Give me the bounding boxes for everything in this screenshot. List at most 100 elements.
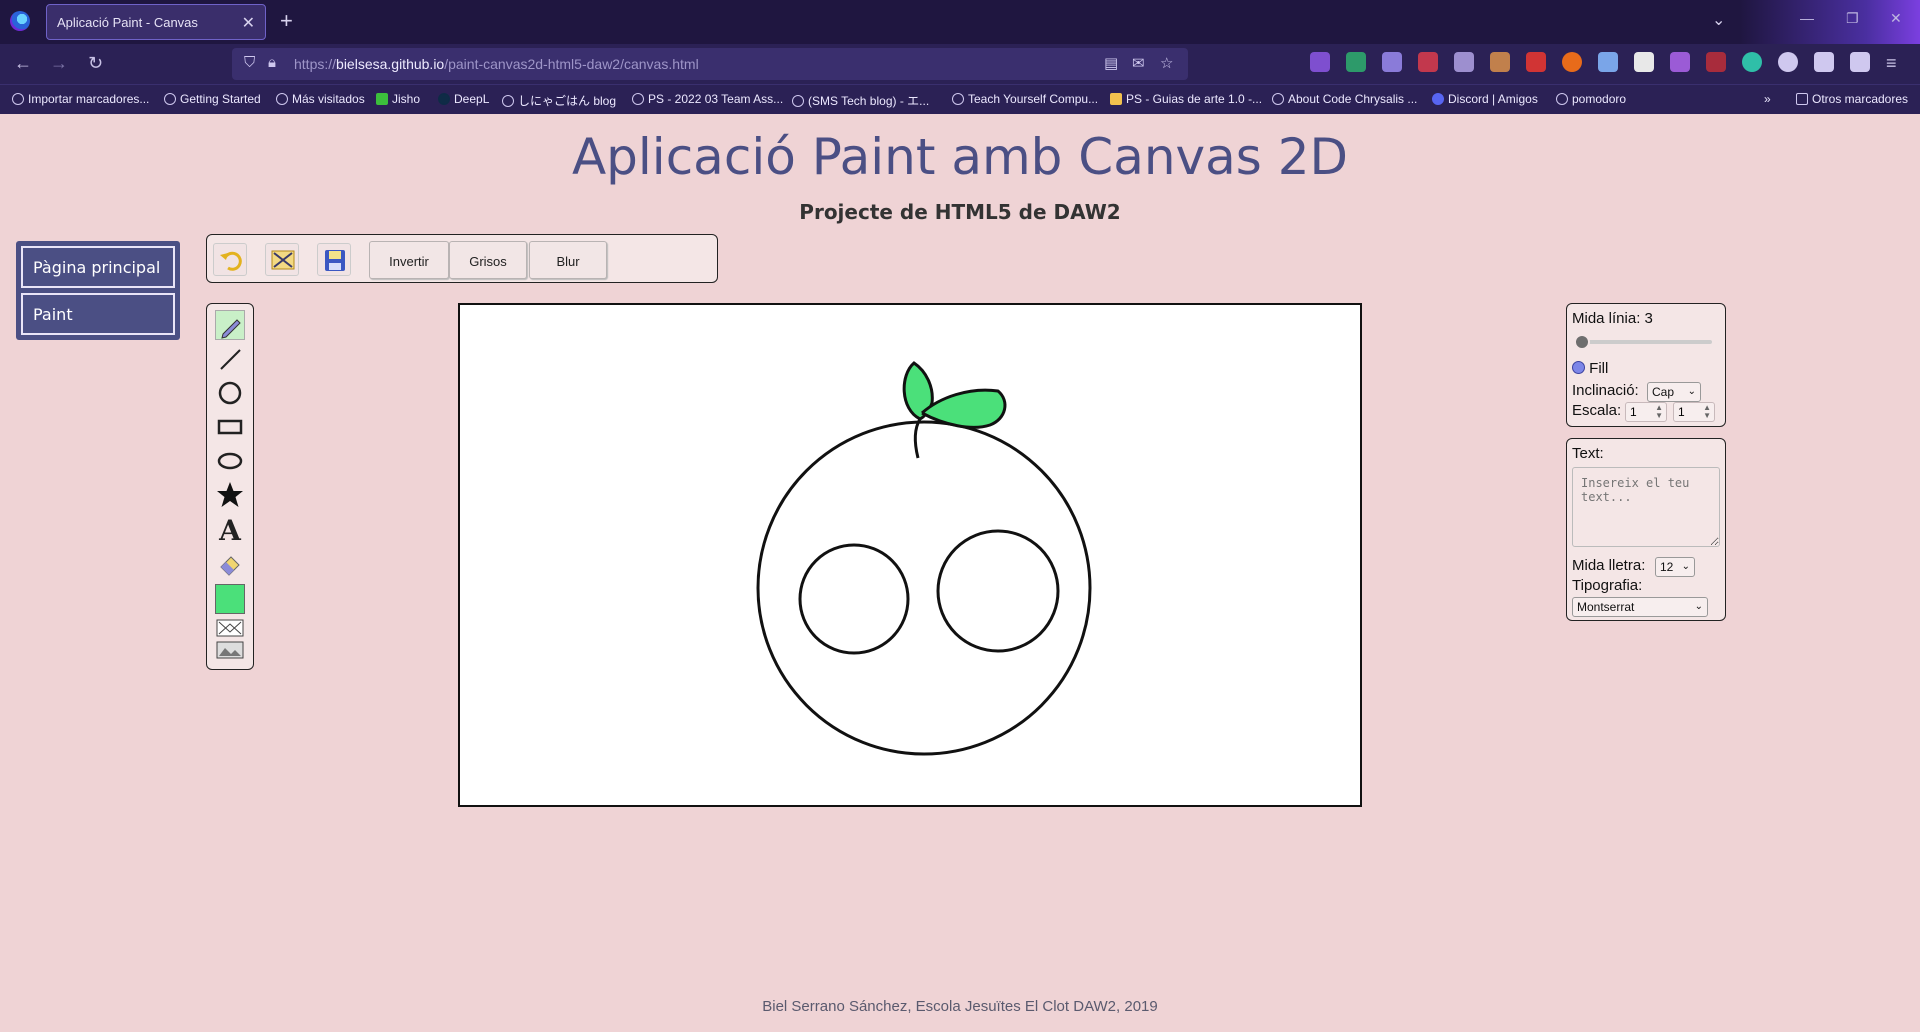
url-text: https://bielsesa.github.io/paint-canvas2…: [294, 56, 699, 72]
drawn-stem: [913, 418, 922, 459]
close-tab-icon[interactable]: ✕: [242, 13, 255, 33]
wrench-icon[interactable]: [1382, 52, 1402, 72]
pencil-tool[interactable]: [215, 310, 245, 340]
svg-text:A: A: [218, 514, 242, 544]
pdf-icon[interactable]: [1526, 52, 1546, 72]
eraser-tool[interactable]: [215, 548, 245, 578]
scale-y-input[interactable]: 1 ▲ ▼: [1673, 402, 1715, 422]
address-bar[interactable]: ⛉ 🔒︎ https://bielsesa.github.io/paint-ca…: [232, 48, 1188, 80]
other-bookmarks[interactable]: Otros marcadores: [1796, 92, 1908, 106]
bookmark-label: Discord | Amigos: [1448, 92, 1538, 106]
spinner-icon[interactable]: ▲ ▼: [1703, 404, 1711, 420]
circle-tool[interactable]: [215, 378, 245, 408]
bookmark-item[interactable]: (SMS Tech blog) - エ...: [792, 92, 929, 109]
multi-window-icon[interactable]: [1598, 52, 1618, 72]
fill-option[interactable]: Fill: [1572, 360, 1608, 377]
bookmark-item[interactable]: PS - 2022 03 Team Ass...: [632, 92, 783, 106]
clear-canvas-button[interactable]: [265, 243, 299, 276]
deepl-icon: [438, 93, 450, 105]
bookmark-item[interactable]: About Code Chrysalis ...: [1272, 92, 1417, 106]
globe-icon: [164, 93, 176, 105]
font-size-value: 12: [1660, 560, 1674, 574]
save-button[interactable]: [317, 243, 351, 276]
bookmarks-bar: Importar marcadores... Getting Started M…: [0, 84, 1920, 114]
bookmark-label: DeepL: [454, 92, 490, 106]
star-icon: [217, 482, 243, 507]
line-tool[interactable]: [215, 344, 245, 374]
bookmark-item[interactable]: pomodoro: [1556, 92, 1626, 106]
star-tool[interactable]: [215, 480, 245, 510]
bookmark-item[interactable]: Más visitados: [276, 92, 365, 106]
tab-list-chevron-icon[interactable]: ⌄: [1712, 10, 1725, 30]
grid-icon[interactable]: [1706, 52, 1726, 72]
menu-hamburger-icon[interactable]: ≡: [1886, 53, 1897, 74]
download-icon[interactable]: [1346, 52, 1366, 72]
printer-icon[interactable]: [1814, 52, 1834, 72]
filter-tool[interactable]: [215, 618, 245, 638]
gear-icon[interactable]: [1778, 52, 1798, 72]
image-icon: [216, 641, 244, 659]
close-window-icon[interactable]: ✕: [1890, 10, 1902, 27]
nav-link-home[interactable]: Pàgina principal: [21, 246, 175, 288]
color-swatch[interactable]: [215, 584, 245, 614]
spinner-icon[interactable]: ▲ ▼: [1655, 404, 1663, 420]
more-bookmarks-chevron-icon[interactable]: »: [1764, 92, 1771, 106]
drawing-canvas[interactable]: [458, 303, 1362, 807]
palette-icon[interactable]: [1490, 52, 1510, 72]
scale-x-value: 1: [1630, 405, 1637, 419]
arc-icon[interactable]: [1742, 52, 1762, 72]
bookmark-item[interactable]: PS - Guias de arte 1.0 -...: [1110, 92, 1262, 106]
image-tool[interactable]: [215, 640, 245, 660]
tracking-shield-icon[interactable]: ⛉: [244, 54, 255, 71]
bookmark-item[interactable]: Discord | Amigos: [1432, 92, 1538, 106]
reader-view-icon[interactable]: ▤: [1104, 54, 1118, 72]
bookmark-label: Teach Yourself Compu...: [968, 92, 1099, 106]
forward-arrow-icon[interactable]: →: [50, 53, 68, 74]
bookmark-label: PS - 2022 03 Team Ass...: [648, 92, 784, 106]
line-size-slider[interactable]: [1574, 334, 1712, 350]
bookmark-item[interactable]: Teach Yourself Compu...: [952, 92, 1098, 106]
drawn-head-circle: [756, 420, 1092, 756]
minimize-window-icon[interactable]: —: [1800, 10, 1814, 26]
fill-radio[interactable]: [1572, 361, 1585, 374]
bookmark-star-icon[interactable]: ☆: [1160, 54, 1173, 72]
cube-icon[interactable]: [1670, 52, 1690, 72]
rectangle-tool[interactable]: [215, 412, 245, 442]
browser-tab-active[interactable]: Aplicació Paint - Canvas ✕: [46, 4, 266, 40]
restore-window-icon[interactable]: ❐: [1846, 10, 1859, 27]
invert-button[interactable]: Invertir: [369, 241, 449, 279]
lock-icon[interactable]: 🔒︎: [268, 54, 276, 71]
extension-lips-icon[interactable]: [1418, 52, 1438, 72]
eyedropper-icon[interactable]: [1454, 52, 1474, 72]
scale-x-input[interactable]: 1 ▲ ▼: [1625, 402, 1667, 422]
mail-icon[interactable]: ✉: [1132, 54, 1145, 72]
bookmark-item[interactable]: DeepL: [438, 92, 489, 106]
bookmark-label: PS - Guias de arte 1.0 -...: [1126, 92, 1263, 106]
undo-button[interactable]: [213, 243, 247, 276]
slider-thumb[interactable]: [1574, 334, 1590, 350]
text-tool[interactable]: A: [215, 514, 245, 547]
list-icon[interactable]: [1634, 52, 1654, 72]
bookmark-item[interactable]: Jisho: [376, 92, 420, 106]
back-arrow-icon[interactable]: ←: [14, 53, 32, 74]
bookmark-item[interactable]: しにゃごはん blog: [502, 92, 616, 109]
font-family-label: Tipografia:: [1572, 577, 1643, 594]
bookmark-item[interactable]: Importar marcadores...: [12, 92, 149, 106]
font-size-select[interactable]: 12 ⌄: [1655, 557, 1695, 577]
reload-icon[interactable]: ↻: [88, 53, 103, 74]
tilt-select[interactable]: Cap ⌄: [1647, 382, 1701, 402]
pocket-icon[interactable]: [1310, 52, 1330, 72]
font-family-select[interactable]: Montserrat ⌄: [1572, 597, 1708, 617]
text-input[interactable]: [1572, 467, 1720, 547]
grayscale-button[interactable]: Grisos: [449, 241, 527, 279]
ellipse-tool[interactable]: [215, 446, 245, 476]
globe-icon: [1556, 93, 1568, 105]
new-tab-button[interactable]: +: [280, 8, 293, 34]
firefox-logo-icon[interactable]: [10, 11, 30, 31]
color-swatch-fill: [216, 585, 244, 613]
blur-button[interactable]: Blur: [529, 241, 607, 279]
extensions-puzzle-icon[interactable]: [1850, 52, 1870, 72]
bookmark-item[interactable]: Getting Started: [164, 92, 261, 106]
brave-icon[interactable]: [1562, 52, 1582, 72]
nav-link-paint[interactable]: Paint: [21, 293, 175, 335]
